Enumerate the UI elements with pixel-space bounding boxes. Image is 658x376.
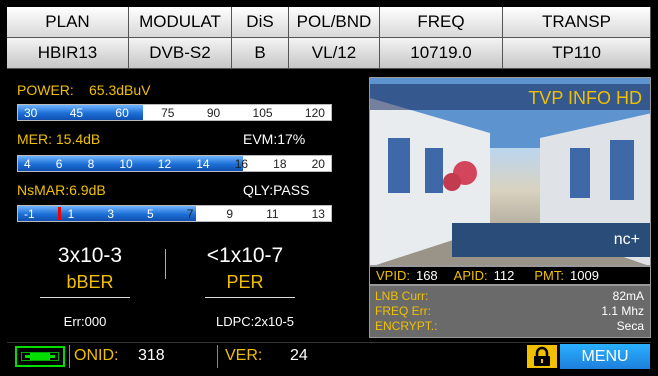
- nsmar-scale-tick: -1: [24, 206, 35, 221]
- per-value: <1x10-7: [206, 244, 284, 267]
- power-scale-tick: 90: [206, 105, 221, 120]
- nsmar-scale-tick: 7: [186, 206, 194, 221]
- ber-divider: [165, 249, 166, 279]
- nsmar-label: NsMAR:6.9dB: [17, 182, 106, 198]
- nsmar-scale-tick: 9: [226, 206, 234, 221]
- diseqc-value[interactable]: B: [232, 38, 289, 69]
- modulation-value[interactable]: DVB-S2: [129, 38, 232, 69]
- frequency-value[interactable]: 10719.0: [380, 38, 503, 69]
- mer-scale-tick: 16: [234, 156, 249, 171]
- pid-bar: VPID: 168 APID: 112 PMT: 1009: [369, 266, 651, 285]
- power-bar: 30 45 60 75 90 105 120: [17, 104, 332, 121]
- service-name: TVP INFO HD: [528, 88, 642, 108]
- freq-error-label: FREQ Err:: [375, 304, 431, 318]
- plan-value[interactable]: HBIR13: [7, 38, 129, 69]
- power-scale: 30 45 60 75 90 105 120: [18, 105, 331, 120]
- power-scale-tick: 120: [304, 105, 325, 120]
- nsmar-scale: -1 1 3 5 7 9 11 13: [18, 206, 331, 221]
- header-modulation: MODULAT: [129, 7, 232, 38]
- nsmar-scale-tick: 13: [311, 206, 325, 221]
- bber-underline: [40, 297, 130, 298]
- mer-scale-tick: 14: [196, 156, 210, 171]
- mer-bar: 4 6 8 10 12 14 16 18 20: [17, 155, 332, 172]
- ldpc-value: LDPC:2x10-5: [215, 314, 295, 329]
- pmt-value: 1009: [570, 268, 599, 283]
- power-scale-tick: 30: [24, 105, 38, 120]
- nsmar-scale-tick: 3: [107, 206, 115, 221]
- video-preview[interactable]: TVP INFO HD nc+: [369, 77, 651, 266]
- lnb-current-label: LNB Curr:: [375, 289, 429, 303]
- nsmar-scale-tick: 1: [67, 206, 75, 221]
- mer-scale-tick: 8: [87, 156, 95, 171]
- nsmar-scale-tick: 11: [266, 206, 279, 221]
- header-polarization-band: POL/BND: [289, 7, 380, 38]
- apid-value: 112: [493, 268, 515, 283]
- power-scale-tick: 75: [161, 105, 175, 120]
- header-frequency: FREQ: [380, 7, 503, 38]
- vpid-value: 168: [415, 268, 438, 283]
- nsmar-scale-tick: 5: [147, 206, 154, 221]
- encryption-label: ENCRYPT.:: [375, 319, 438, 333]
- pmt-label: PMT:: [534, 268, 564, 283]
- status-divider: [217, 345, 218, 368]
- lock-icon[interactable]: [527, 345, 557, 368]
- encryption-value: Seca: [616, 319, 644, 333]
- bber-label: bBER: [66, 272, 114, 292]
- menu-button[interactable]: MENU: [560, 344, 650, 369]
- battery-icon: [15, 346, 65, 367]
- vpid-label: VPID:: [376, 268, 410, 283]
- version-label: VER:: [225, 347, 263, 364]
- mer-label: MER: 15.4dB: [17, 131, 101, 147]
- error-count: Err:000: [63, 314, 107, 329]
- mer-scale: 4 6 8 10 12 14 16 18 20: [18, 156, 331, 171]
- header-diseqc: DiS: [232, 7, 289, 38]
- lnb-current-value: 82mA: [612, 289, 644, 303]
- header-plan: PLAN: [7, 7, 129, 38]
- mer-scale-tick: 20: [311, 156, 325, 171]
- mer-scale-tick: 12: [157, 156, 172, 171]
- signal-header-table: PLAN MODULAT DiS POL/BND FREQ TRANSP HBI…: [7, 7, 651, 69]
- transponder-value[interactable]: TP110: [503, 38, 651, 69]
- mer-scale-tick: 4: [24, 156, 31, 171]
- power-scale-tick: 105: [252, 105, 273, 120]
- mer-scale-tick: 10: [119, 156, 133, 171]
- power-value: 65.3dBuV: [89, 82, 151, 98]
- apid-label: APID:: [453, 268, 488, 283]
- version-value: 24: [290, 347, 308, 364]
- lnb-info-box: LNB Curr: 82mA FREQ Err: 1.1 Mhz ENCRYPT…: [369, 285, 651, 338]
- mer-scale-tick: 18: [273, 156, 287, 171]
- quality-value: QLY:PASS: [243, 182, 310, 198]
- bber-value: 3x10-3: [57, 244, 123, 267]
- power-scale-tick: 60: [115, 105, 129, 120]
- per-label: PER: [226, 272, 264, 292]
- onid-label: ONID:: [74, 347, 119, 364]
- status-divider: [69, 345, 70, 368]
- onid-value: 318: [138, 347, 165, 364]
- evm-value: EVM:17%: [243, 131, 306, 147]
- per-underline: [205, 297, 295, 298]
- status-bar: ONID: 318 VER: 24 MENU: [7, 342, 651, 369]
- header-transponder: TRANSP: [503, 7, 651, 38]
- power-label: POWER:: [17, 82, 74, 98]
- mer-scale-tick: 6: [55, 156, 63, 171]
- power-scale-tick: 45: [69, 105, 84, 120]
- provider-label: nc+: [452, 223, 650, 257]
- nsmar-bar: -1 1 3 5 7 9 11 13: [17, 205, 332, 222]
- polarization-band-value[interactable]: VL/12: [289, 38, 380, 69]
- freq-error-value: 1.1 Mhz: [601, 304, 644, 318]
